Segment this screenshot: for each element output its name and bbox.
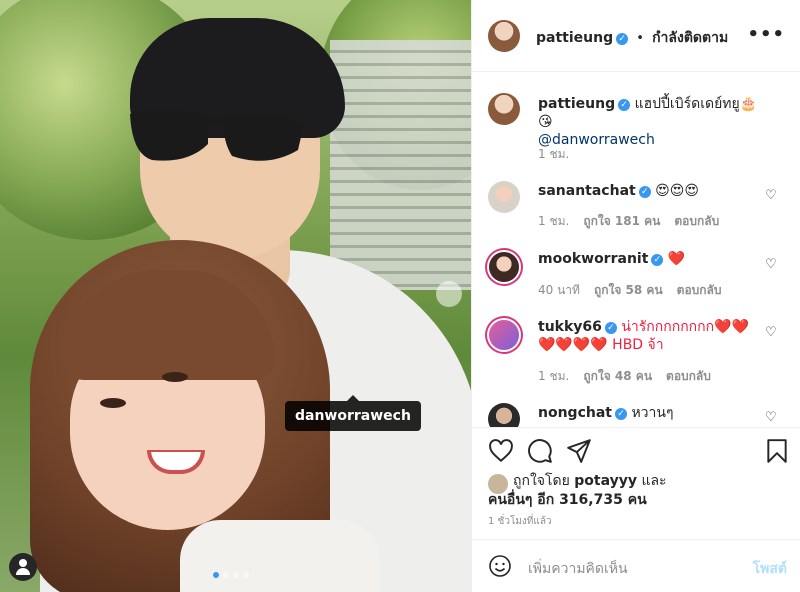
avatar[interactable] (488, 20, 520, 52)
comment-input[interactable]: เพิ่มความคิดเห็น (528, 558, 628, 580)
add-comment-bar: เพิ่มความคิดเห็น โพสต์ (472, 539, 800, 592)
eye (162, 372, 188, 382)
verified-icon: ✓ (651, 254, 664, 266)
comment-likes[interactable]: ถูกใจ 181 คน (583, 214, 660, 228)
liked-by-prefix: ถูกใจโดย (513, 473, 570, 489)
photo-tag[interactable]: danworrawech (285, 395, 421, 431)
sunglasses (130, 109, 304, 161)
comment-likes[interactable]: ถูกใจ 58 คน (594, 283, 663, 297)
carousel-dot (243, 572, 249, 578)
verified-icon: ✓ (604, 322, 617, 334)
comment-time[interactable]: 40 นาที (538, 283, 580, 297)
comment-time[interactable]: 1 ชม. (538, 369, 569, 383)
carousel-dot (223, 572, 229, 578)
comment-time[interactable]: 1 ชม. (538, 214, 569, 228)
verified-icon: ✓ (616, 33, 629, 45)
comment-icon[interactable] (527, 438, 553, 464)
verified-icon: ✓ (618, 99, 631, 111)
post-button[interactable]: โพสต์ (753, 558, 787, 580)
comment-username[interactable]: nongchat (538, 405, 612, 421)
likes-summary: ถูกใจโดย potayyy และ คนอื่นๆ อีก 316,735… (488, 472, 667, 510)
carousel-dot (233, 572, 239, 578)
tagged-users-icon[interactable] (9, 553, 37, 581)
verified-icon: ✓ (638, 186, 651, 198)
following-button[interactable]: กำลังติดตาม (652, 30, 728, 46)
send-icon[interactable] (566, 438, 592, 464)
action-bar (472, 427, 800, 463)
carousel-dot-active (213, 572, 219, 578)
avatar[interactable] (489, 320, 519, 350)
woman-top (180, 520, 380, 592)
liked-by-suffix: และ (641, 473, 667, 489)
comment-text-line2: ❤️❤️❤️❤️ HBD จ้า (538, 337, 664, 353)
post-header: pattieung ✓ • กำลังติดตาม ••• (472, 0, 800, 72)
post-sidebar: pattieung ✓ • กำลังติดตาม ••• pattieung ✓ … (471, 0, 800, 592)
eye (100, 398, 126, 408)
liked-by-user[interactable]: potayyy (574, 473, 637, 489)
separator: • (636, 31, 644, 46)
likes-count[interactable]: คนอื่นๆ อีก 316,735 คน (488, 492, 647, 508)
emoji-icon[interactable] (488, 554, 512, 578)
comment-text: น่ารักกกกกกกก❤️❤️ (621, 319, 749, 335)
reply-button[interactable]: ตอบกลับ (677, 283, 722, 297)
comment-like-heart-icon[interactable]: ♡ (765, 325, 777, 340)
comment-like-heart-icon[interactable]: ♡ (765, 410, 777, 425)
verified-icon: ✓ (614, 408, 627, 420)
comment-username[interactable]: tukky66 (538, 319, 602, 335)
comment-username[interactable]: mookworranit (538, 251, 648, 267)
building-background (330, 40, 471, 290)
liker-avatar[interactable] (488, 474, 508, 494)
caption-time[interactable]: 1 ชม. (538, 145, 569, 164)
post-timestamp[interactable]: 1 ชั่วโมงที่แล้ว (488, 514, 552, 529)
comment-like-heart-icon[interactable]: ♡ (765, 188, 777, 203)
comment-username[interactable]: pattieung (538, 96, 615, 112)
comment-username[interactable]: sanantachat (538, 183, 636, 199)
avatar[interactable] (488, 93, 520, 125)
comments-list[interactable]: pattieung ✓ แฮปปี้เบิร์ดเดย์ทยู🎂😘 @danwor… (472, 72, 800, 427)
bookmark-icon[interactable] (764, 438, 790, 464)
header-username[interactable]: pattieung (536, 30, 613, 46)
next-photo-button[interactable] (436, 281, 462, 307)
avatar[interactable] (488, 403, 520, 427)
comment-text: ❤️ (667, 251, 686, 267)
comment-text: 😍😍😍 (655, 183, 699, 199)
reply-button[interactable]: ตอบกลับ (674, 214, 719, 228)
comment-likes[interactable]: ถูกใจ 48 คน (583, 369, 652, 383)
heart-icon[interactable] (488, 438, 514, 464)
avatar[interactable] (489, 252, 519, 282)
avatar[interactable] (488, 181, 520, 213)
post-photo[interactable]: danworrawech (0, 0, 471, 592)
more-options-icon[interactable]: ••• (747, 24, 785, 45)
comment-text: หวานๆ (631, 405, 674, 421)
carousel-indicator (213, 572, 249, 578)
reply-button[interactable]: ตอบกลับ (666, 369, 711, 383)
comment-like-heart-icon[interactable]: ♡ (765, 257, 777, 272)
